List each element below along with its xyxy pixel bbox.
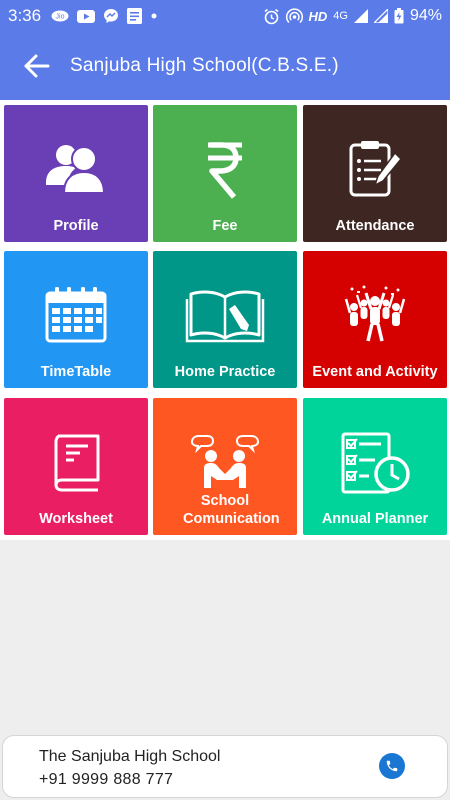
users-icon	[4, 139, 148, 199]
celebration-icon	[303, 285, 447, 345]
top-header: 3:36 Jio HD 4G 94% Sanjuba High School(C…	[0, 0, 450, 100]
alarm-icon	[263, 8, 280, 25]
dot-icon	[150, 12, 158, 20]
planner-icon	[303, 432, 447, 494]
tile-fee[interactable]: Fee	[153, 105, 297, 242]
tile-worksheet[interactable]: Worksheet	[4, 398, 148, 535]
youtube-icon	[77, 9, 96, 23]
tile-label-annual-planner: Annual Planner	[321, 511, 429, 527]
calendar-icon	[4, 285, 148, 345]
clipboard-icon	[303, 139, 447, 199]
call-button[interactable]	[379, 753, 405, 779]
document-icon	[127, 8, 143, 24]
battery-icon	[394, 8, 404, 24]
tile-label-school-communication: School Comunication	[183, 493, 280, 527]
signal-icon-secondary	[373, 9, 388, 23]
phone-icon	[386, 760, 398, 772]
footer-phone-number[interactable]: +91 9999 888 777	[39, 771, 173, 789]
tile-label-home-practice: Home Practice	[174, 364, 276, 380]
tile-home-practice[interactable]: Home Practice	[153, 251, 297, 388]
back-button[interactable]	[20, 50, 52, 82]
tile-label-event-activity: Event and Activity	[312, 364, 438, 380]
tile-label-profile: Profile	[53, 218, 99, 234]
battery-level: 94%	[409, 7, 442, 24]
contact-footer: The Sanjuba High School +91 9999 888 777	[2, 735, 448, 798]
signal-icon	[353, 9, 368, 23]
notification-icons: Jio	[51, 8, 158, 24]
tile-label-worksheet: Worksheet	[39, 511, 113, 527]
hotspot-icon	[285, 7, 303, 25]
page-title: Sanjuba High School(C.B.S.E.)	[70, 55, 339, 76]
footer-school-name: The Sanjuba High School	[39, 748, 221, 765]
tile-school-communication[interactable]: School Comunication	[153, 398, 297, 535]
tile-annual-planner[interactable]: Annual Planner	[303, 398, 447, 535]
jio-icon: Jio	[51, 10, 69, 22]
status-bar: 3:36 Jio HD 4G 94%	[0, 0, 450, 32]
tile-label-timetable: TimeTable	[40, 364, 112, 380]
notebook-icon	[4, 432, 148, 492]
status-time: 3:36	[8, 6, 42, 25]
svg-text:Jio: Jio	[56, 14, 65, 21]
network-hd-label: HD	[308, 8, 328, 24]
tile-profile[interactable]: Profile	[4, 105, 148, 242]
back-arrow-icon	[24, 54, 50, 78]
tile-timetable[interactable]: TimeTable	[4, 251, 148, 388]
messenger-icon	[103, 8, 119, 24]
tile-event-activity[interactable]: Event and Activity	[303, 251, 447, 388]
status-right: HD 4G 94%	[263, 7, 442, 25]
tile-attendance[interactable]: Attendance	[303, 105, 447, 242]
handshake-icon	[153, 434, 297, 490]
rupee-icon	[153, 139, 297, 201]
network-type-label: 4G	[333, 10, 348, 22]
tile-label-attendance: Attendance	[335, 218, 415, 234]
app-bar: Sanjuba High School(C.B.S.E.)	[0, 32, 450, 100]
menu-grid: Profile Fee Attendance TimeTable Home Pr…	[0, 100, 450, 540]
open-book-icon	[153, 285, 297, 345]
tile-label-fee: Fee	[212, 218, 238, 234]
